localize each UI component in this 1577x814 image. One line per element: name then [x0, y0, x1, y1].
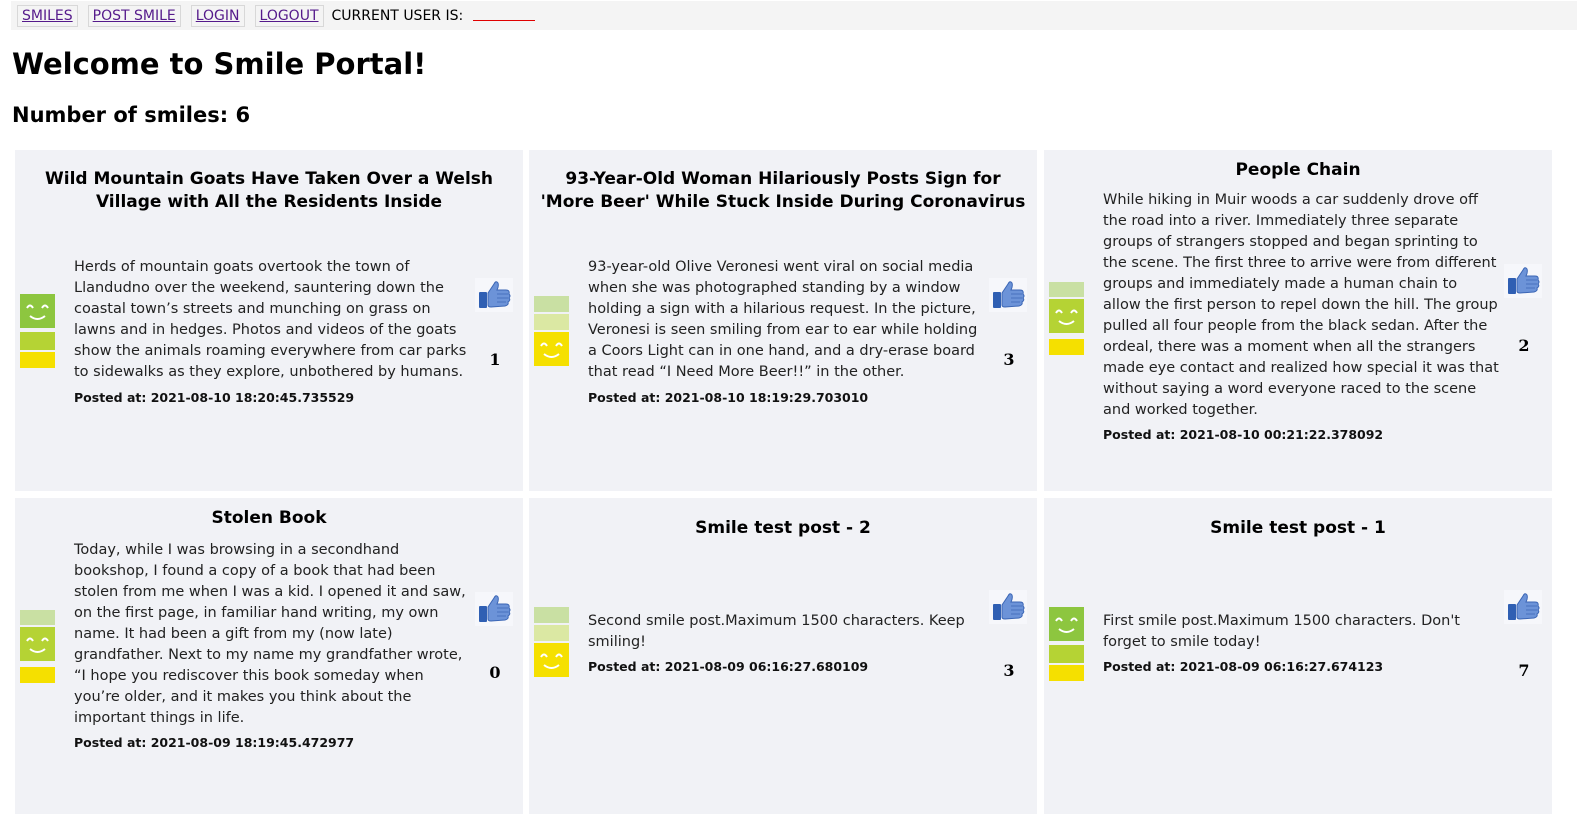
mood-indicator: [1049, 607, 1084, 681]
nav-link-logout[interactable]: LOGOUT: [254, 4, 324, 27]
smile-card: Stolen Book Today, while I was browsing …: [15, 498, 523, 814]
like-count: 7: [1518, 661, 1530, 680]
posted-at: Posted at: 2021-08-10 00:21:22.378092: [1103, 427, 1384, 442]
top-navigation: SMILES POST SMILE LOGIN LOGOUT CURRENT U…: [11, 1, 1577, 30]
posted-at: Posted at: 2021-08-09 18:19:45.472977: [74, 735, 355, 750]
mood-indicator: [20, 294, 55, 368]
smile-card: 93-Year-Old Woman Hilariously Posts Sign…: [529, 150, 1037, 491]
page-title: Welcome to Smile Portal!: [12, 47, 427, 81]
posted-at: Posted at: 2021-08-10 18:20:45.735529: [74, 390, 355, 405]
thumbs-up-icon[interactable]: [1504, 590, 1542, 624]
smile-card: Smile test post - 2 Second smile post.Ma…: [529, 498, 1037, 814]
smile-title: Smile test post - 1: [1210, 518, 1386, 538]
like-count: 1: [489, 350, 501, 369]
current-user-value: [473, 10, 536, 21]
smile-text: Today, while I was browsing in a secondh…: [74, 542, 466, 726]
current-user-label: CURRENT USER IS:: [331, 7, 464, 24]
mood-indicator: [534, 296, 569, 370]
like-count: 0: [489, 663, 501, 682]
mood-indicator: [1049, 282, 1084, 355]
smile-card: Wild Mountain Goats Have Taken Over a We…: [15, 150, 523, 491]
thumbs-up-icon[interactable]: [989, 278, 1027, 312]
like-count: 2: [1518, 336, 1530, 355]
smile-card: Smile test post - 1 First smile post.Max…: [1044, 498, 1552, 814]
mood-indicator: [20, 610, 55, 683]
smile-title: Wild Mountain Goats Have Taken Over a We…: [45, 169, 493, 212]
nav-link-post-smile[interactable]: POST SMILE: [87, 4, 181, 27]
posted-at: Posted at: 2021-08-09 06:16:27.680109: [588, 659, 869, 674]
thumbs-up-icon[interactable]: [989, 590, 1027, 624]
posted-at: Posted at: 2021-08-10 18:19:29.703010: [588, 390, 869, 405]
thumbs-up-icon[interactable]: [1504, 264, 1542, 298]
nav-link-smiles[interactable]: SMILES: [17, 4, 78, 27]
smile-title: Stolen Book: [211, 508, 327, 528]
smile-count: Number of smiles: 6: [12, 103, 251, 127]
thumbs-up-icon[interactable]: [475, 278, 513, 312]
posted-at: Posted at: 2021-08-09 06:16:27.674123: [1103, 659, 1384, 674]
smile-text: 93-year-old Olive Veronesi went viral on…: [588, 259, 978, 380]
smile-title: 93-Year-Old Woman Hilariously Posts Sign…: [540, 169, 1026, 212]
mood-indicator: [534, 607, 569, 681]
like-count: 3: [1003, 350, 1015, 369]
like-count: 3: [1003, 661, 1015, 680]
smile-card: People Chain While hiking in Muir woods …: [1044, 150, 1552, 491]
nav-link-login[interactable]: LOGIN: [190, 4, 245, 27]
smile-text: First smile post.Maximum 1500 characters…: [1103, 613, 1460, 650]
smile-title: Smile test post - 2: [695, 518, 871, 538]
smile-text: Herds of mountain goats overtook the tow…: [74, 259, 467, 380]
smile-text: Second smile post.Maximum 1500 character…: [588, 613, 965, 650]
smile-title: People Chain: [1235, 160, 1361, 180]
smile-text: While hiking in Muir woods a car suddenl…: [1103, 192, 1499, 418]
thumbs-up-icon[interactable]: [475, 592, 513, 626]
